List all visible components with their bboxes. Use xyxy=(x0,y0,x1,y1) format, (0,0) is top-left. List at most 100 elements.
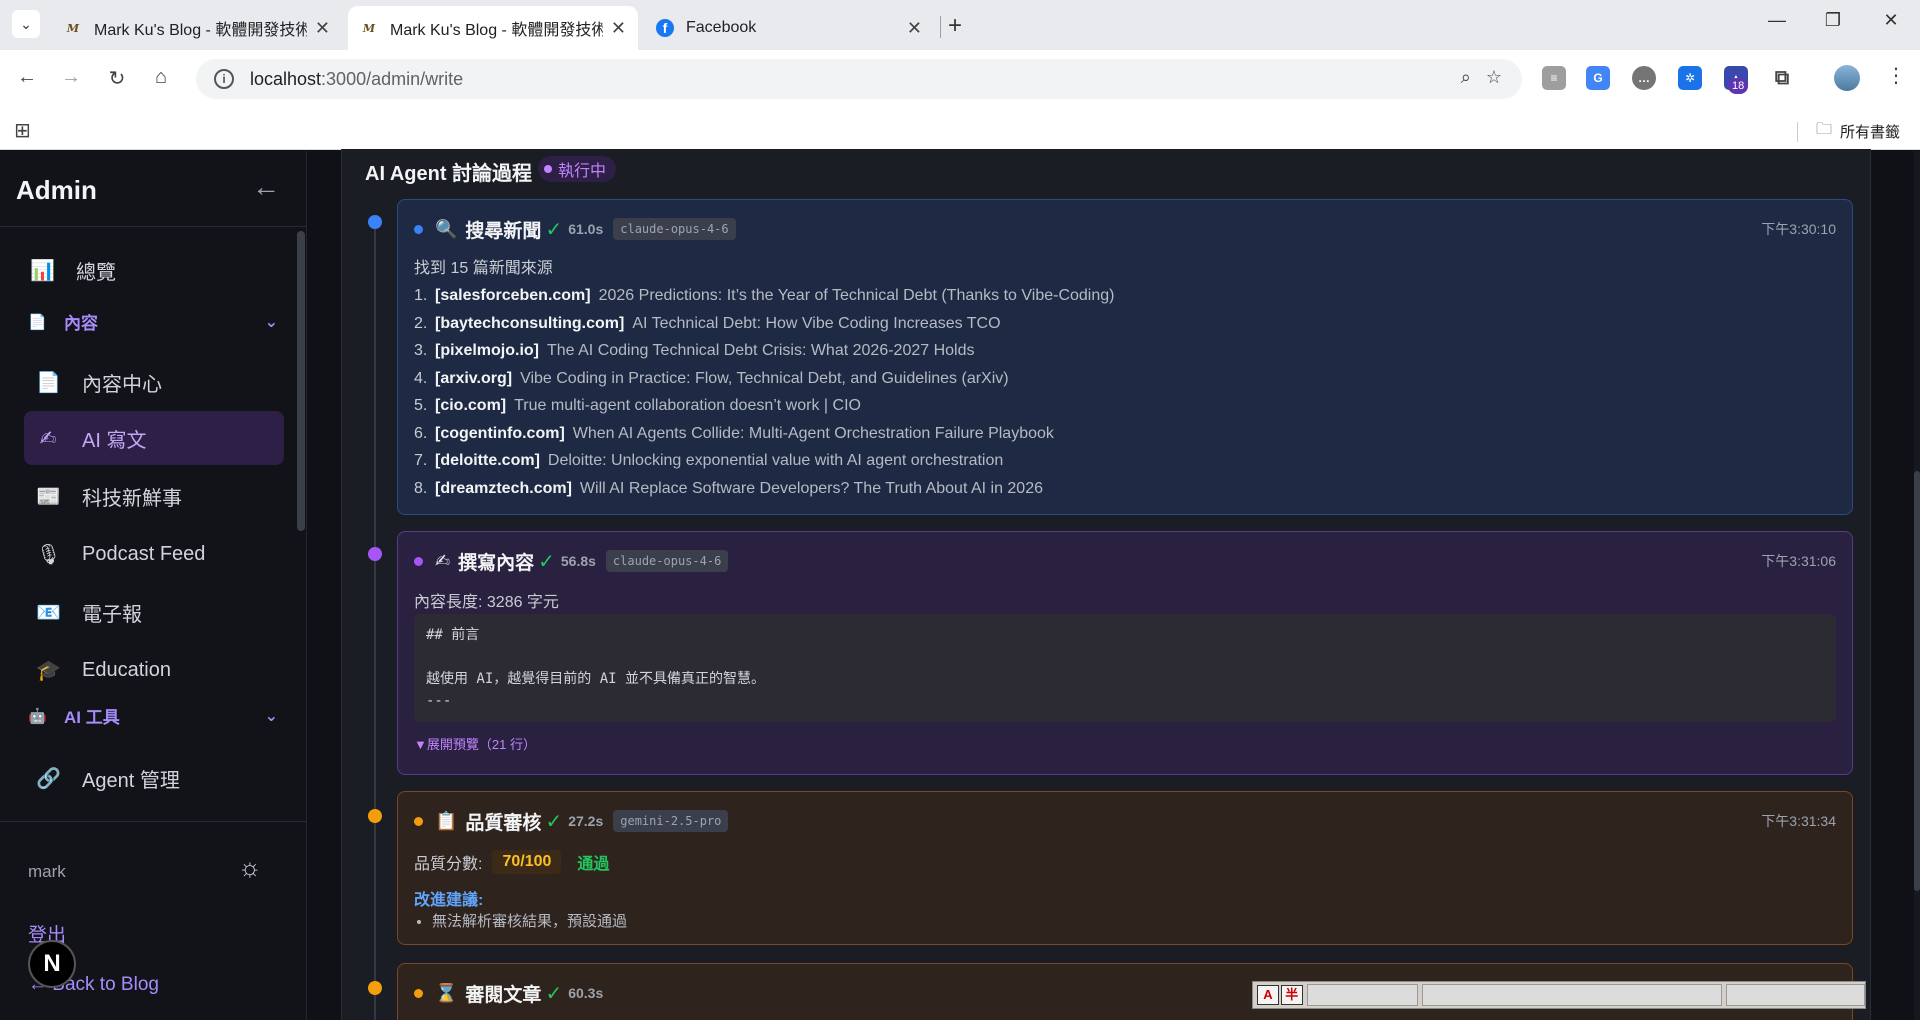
microphone-icon: 🎙 xyxy=(36,543,62,566)
close-tab-icon[interactable]: ✕ xyxy=(611,18,626,39)
browser-tab[interactable]: f Facebook ✕ xyxy=(644,6,934,50)
source-item: 2. [baytechconsulting.com] AI Technical De… xyxy=(414,310,1836,338)
ime-segment xyxy=(1421,984,1722,1006)
extension-icon[interactable]: ≡ xyxy=(1542,66,1566,90)
agent-discussion-panel: AI Agent 討論過程 執行中 🔍 搜尋新聞 ✓ 61.0s claude-… xyxy=(341,149,1871,1020)
graduation-cap-icon: 🎓 xyxy=(36,659,61,682)
ime-width-key[interactable]: 半 xyxy=(1280,985,1303,1005)
sidebar-item-newsletter[interactable]: 📧 電子報 xyxy=(24,585,284,639)
step-duration: 56.8s xyxy=(560,553,596,569)
sidebar-group-ai-tools[interactable]: 🤖 AI 工具 ⌄ xyxy=(28,703,278,728)
sidebar-item-ai-writing[interactable]: ✍ AI 寫文 xyxy=(24,411,284,465)
blog-favicon-icon: M xyxy=(66,21,80,35)
main-scrollbar[interactable] xyxy=(1914,151,1920,1020)
source-item: 3. [pixelmojo.io] The AI Coding Technical … xyxy=(414,337,1836,365)
ime-segment xyxy=(1725,984,1865,1006)
browser-tab-active[interactable]: M Mark Ku's Blog - 軟體開發技術 ✕ xyxy=(348,6,638,50)
source-number: 3. xyxy=(414,342,428,359)
close-window-icon[interactable]: ✕ xyxy=(1876,10,1906,31)
more-menu-icon[interactable]: ⋮ xyxy=(1886,63,1906,88)
site-info-icon[interactable]: i xyxy=(214,69,234,89)
source-title-link[interactable]: Vibe Coding in Practice: Flow, Technical… xyxy=(520,370,1009,387)
minimize-icon[interactable]: — xyxy=(1762,10,1792,31)
ime-mode-key[interactable]: A xyxy=(1257,985,1279,1005)
sidebar-item-content-center[interactable]: 📄 內容中心 xyxy=(24,355,284,409)
step-card-write-content: ✍ 撰寫內容 ✓ 56.8s claude-opus-4-6 下午3:31:06… xyxy=(397,531,1853,775)
reload-icon[interactable]: ↻ xyxy=(104,66,130,91)
timeline-line xyxy=(374,221,376,1020)
sidebar-item-podcast[interactable]: 🎙 Podcast Feed xyxy=(24,527,284,581)
tab-title: Mark Ku's Blog - 軟體開發技術 xyxy=(390,22,603,39)
apps-grid-icon[interactable]: ⊞ xyxy=(14,118,31,143)
source-number: 6. xyxy=(414,424,428,442)
document-icon: 📄 xyxy=(36,371,61,394)
source-title-link[interactable]: AI Technical Debt: How Vibe Coding Incre… xyxy=(632,315,1000,332)
step-time: 下午3:31:06 xyxy=(1761,553,1836,569)
nextjs-dev-badge-icon[interactable]: N xyxy=(28,940,76,988)
username: mark xyxy=(28,862,66,881)
home-icon[interactable]: ⌂ xyxy=(148,66,174,89)
ime-toolbar: A 半 xyxy=(1252,981,1866,1009)
zoom-icon[interactable]: ⌕ ☆ xyxy=(1461,67,1502,88)
step-dot xyxy=(414,224,423,234)
new-tab-plus-icon[interactable]: + xyxy=(948,12,962,40)
source-title-link[interactable]: Will AI Replace Software Developers? The… xyxy=(580,480,1043,497)
step-name: 搜尋新聞 xyxy=(465,220,542,242)
browser-tab[interactable]: M Mark Ku's Blog - 軟體開發技術 ✕ xyxy=(52,6,342,50)
source-item: 5. [cio.com] True multi-agent collaboratio… xyxy=(414,392,1836,420)
source-item: 6. [cogentinfo.com] When AI Agents Collide… xyxy=(414,420,1836,448)
close-tab-icon[interactable]: ✕ xyxy=(907,18,922,39)
collapse-sidebar-arrow-icon[interactable]: ← xyxy=(252,171,280,203)
source-title-link[interactable]: Deloitte: Unlocking exponential value wi… xyxy=(548,452,1003,469)
link-icon: 🔗 xyxy=(36,767,61,790)
source-title-link[interactable]: When AI Agents Collide: Multi-Agent Orch… xyxy=(573,425,1054,442)
puzzle-extensions-icon[interactable]: ⧉ xyxy=(1770,66,1794,90)
profile-avatar[interactable] xyxy=(1834,65,1860,91)
sidebar-item-label: Podcast Feed xyxy=(82,542,206,565)
step-dot xyxy=(414,556,423,566)
expand-preview-toggle[interactable]: ▼展開預覽（21 行） xyxy=(414,734,536,753)
source-title-link[interactable]: True multi-agent collaboration doesn’t w… xyxy=(514,397,861,414)
status-dot xyxy=(544,165,552,173)
source-title-link[interactable]: 2026 Predictions: It’s the Year of Techn… xyxy=(599,287,1115,304)
sidebar-item-label: 內容中心 xyxy=(82,373,162,396)
tab-search-chevron-icon[interactable]: ⌄ xyxy=(12,10,40,38)
source-item: 7. [deloitte.com] Deloitte: Unlocking expo… xyxy=(414,447,1836,475)
bookmark-divider xyxy=(1796,121,1798,142)
all-bookmarks[interactable]: 🗀 所有書籤 xyxy=(1796,118,1900,145)
sidebar-item-overview[interactable]: 📊 總覽 xyxy=(18,243,284,297)
chat-extension-icon[interactable]: … xyxy=(1632,66,1656,90)
close-tab-icon[interactable]: ✕ xyxy=(315,18,330,39)
sidebar-scrollbar[interactable] xyxy=(297,231,305,531)
all-bookmarks-label: 所有書籤 xyxy=(1839,124,1900,141)
step-card-quality-review: 📋 品質審核 ✓ 27.2s gemini-2.5-pro 下午3:31:34 … xyxy=(397,791,1853,945)
sidebar-nav[interactable]: 📊 總覽 📄 內容 ⌄ 📄 內容中心 ✍ AI 寫文 📰 科技新鮮事 🎙 Pod… xyxy=(0,227,295,821)
chevron-down-icon: ⌄ xyxy=(264,707,278,725)
content-length: 內容長度: 3286 字元 xyxy=(414,594,559,611)
sidebar-brand: Admin xyxy=(16,175,97,205)
magnifier-icon: 🔍 xyxy=(435,218,458,239)
suggestion-list: 無法解析審核結果，預設通過 xyxy=(432,910,627,931)
sidebar-item-education[interactable]: 🎓 Education xyxy=(24,643,284,697)
sidebar-item-label: 電子報 xyxy=(82,603,142,626)
sidebar-item-agent-management[interactable]: 🔗 Agent 管理 xyxy=(24,751,284,805)
sun-theme-toggle-icon[interactable]: ☼ xyxy=(238,852,262,883)
step-name: 審閱文章 xyxy=(465,984,542,1006)
sidebar-item-tech-news[interactable]: 📰 科技新鮮事 xyxy=(24,469,284,523)
address-bar[interactable]: i localhost:3000/admin/write ⌕ ☆ xyxy=(196,59,1522,99)
step-dot xyxy=(414,988,423,998)
source-number: 5. xyxy=(414,397,428,414)
source-number: 1. xyxy=(414,287,428,304)
forward-arrow-icon[interactable]: → xyxy=(58,66,84,89)
sidebar-group-content[interactable]: 📄 內容 ⌄ xyxy=(28,309,278,334)
gear-extension-icon[interactable]: ✲ xyxy=(1678,66,1702,90)
sidebar-footer: mark ☼ 登出 ← Back to Blog N xyxy=(0,821,306,1020)
restore-icon[interactable]: ❐ xyxy=(1818,10,1848,31)
source-item: 8. [dreamztech.com] Will AI Replace Softwa… xyxy=(414,475,1836,503)
source-domain: [baytechconsulting.com] xyxy=(435,314,625,332)
sidebar-item-label: Agent 管理 xyxy=(82,769,180,792)
back-arrow-icon[interactable]: ← xyxy=(14,66,40,89)
translate-extension-icon[interactable]: G xyxy=(1586,66,1610,90)
scroll-thumb[interactable] xyxy=(1914,471,1920,891)
source-title-link[interactable]: The AI Coding Technical Debt Crisis: Wha… xyxy=(547,342,974,359)
